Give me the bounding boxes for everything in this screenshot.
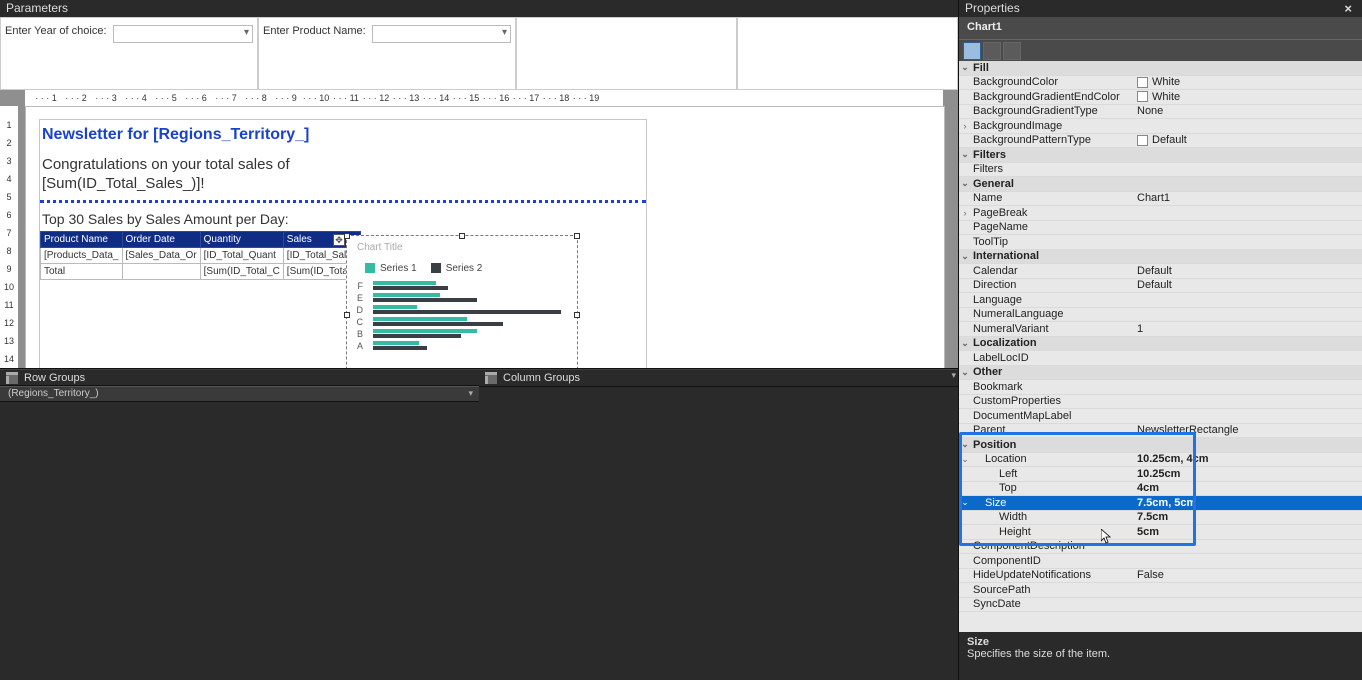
properties-desc-title: Size	[967, 636, 1354, 648]
horizontal-ruler: · · · 1· · · 2· · · 3· · · 4· · · 5· · ·…	[25, 90, 943, 106]
prop-row-parent[interactable]: ParentNewsletterRectangle	[959, 424, 1362, 439]
prop-row-direction[interactable]: DirectionDefault	[959, 279, 1362, 294]
table-row[interactable]: Total[Sum(ID_Total_C[Sum(ID_Total_	[41, 263, 361, 279]
param-year-label: Enter Year of choice:	[5, 25, 107, 37]
subheading[interactable]: Top 30 Sales by Sales Amount per Day:	[40, 205, 646, 231]
prop-row-backgroundgradienttype[interactable]: BackgroundGradientTypeNone	[959, 105, 1362, 120]
param-cell-year: Enter Year of choice:	[0, 17, 258, 90]
legend-label-series2: Series 2	[446, 263, 483, 274]
column-groups-label: Column Groups	[503, 372, 580, 384]
prop-row-labellocid[interactable]: LabelLocID	[959, 351, 1362, 366]
prop-row-backgroundimage[interactable]: ›BackgroundImage	[959, 119, 1362, 134]
prop-section-general[interactable]: ⌄General	[959, 177, 1362, 192]
table-header[interactable]: Product Name	[41, 231, 123, 247]
prop-row-size[interactable]: ⌄Size7.5cm, 5cm	[959, 496, 1362, 511]
congrats-line2: [Sum(ID_Total_Sales_)]!	[42, 175, 205, 192]
legend-swatch-series2	[431, 263, 441, 273]
report-canvas[interactable]: Newsletter for [Regions_Territory_] Cong…	[25, 106, 945, 368]
prop-row-backgroundgradientendcolor[interactable]: BackgroundGradientEndColorWhite	[959, 90, 1362, 105]
alphabetical-view-button[interactable]	[983, 42, 1001, 60]
chart-designer-item[interactable]: ✥ Chart Title Series 1 Series 2 FEDCBA 0…	[346, 235, 578, 368]
prop-row-left[interactable]: Left10.25cm	[959, 467, 1362, 482]
categorized-view-button[interactable]	[963, 42, 981, 60]
param-cell-empty1	[516, 17, 737, 90]
prop-row-top[interactable]: Top4cm	[959, 482, 1362, 497]
sales-table[interactable]: Product NameOrder DateQuantitySales [Pro…	[40, 231, 361, 280]
prop-row-pagebreak[interactable]: ›PageBreak	[959, 206, 1362, 221]
table-row[interactable]: [Products_Data_[Sales_Data_Or[ID_Total_Q…	[41, 247, 361, 263]
design-surface[interactable]: · · · 1· · · 2· · · 3· · · 4· · · 5· · ·…	[0, 90, 958, 368]
prop-row-sourcepath[interactable]: SourcePath	[959, 583, 1362, 598]
property-pages-button[interactable]	[1003, 42, 1021, 60]
chart-plot-area[interactable]: FEDCBA	[365, 281, 565, 368]
congrats-line1: Congratulations on your total sales of	[42, 156, 290, 173]
dotted-divider	[40, 200, 646, 203]
prop-row-calendar[interactable]: CalendarDefault	[959, 264, 1362, 279]
prop-row-bookmark[interactable]: Bookmark	[959, 380, 1362, 395]
prop-row-syncdate[interactable]: SyncDate	[959, 598, 1362, 613]
properties-grid[interactable]: ⌄FillBackgroundColorWhiteBackgroundGradi…	[959, 61, 1362, 632]
table-header[interactable]: Order Date	[122, 231, 200, 247]
prop-section-fill[interactable]: ⌄Fill	[959, 61, 1362, 76]
prop-row-componentdescription[interactable]: ComponentDescription	[959, 540, 1362, 555]
param-cell-empty2	[737, 17, 958, 90]
column-groups-icon	[485, 372, 497, 384]
grouping-pane: Row Groups (Regions_Territory_) Column G…	[0, 368, 958, 402]
column-groups-dropdown-icon[interactable]: ▾	[951, 370, 956, 381]
close-icon[interactable]: ×	[1340, 1, 1356, 16]
prop-row-width[interactable]: Width7.5cm	[959, 511, 1362, 526]
prop-section-filters[interactable]: ⌄Filters	[959, 148, 1362, 163]
properties-toolbar	[959, 39, 1362, 61]
prop-row-documentmaplabel[interactable]: DocumentMapLabel	[959, 409, 1362, 424]
row-groups-label: Row Groups	[24, 372, 85, 384]
row-groups-icon	[6, 372, 18, 384]
param-cell-product: Enter Product Name:	[258, 17, 516, 90]
properties-description: Size Specifies the size of the item.	[959, 632, 1362, 680]
prop-row-componentid[interactable]: ComponentID	[959, 554, 1362, 569]
properties-title-text: Properties	[965, 1, 1020, 16]
vertical-ruler: 1234567891011121314	[0, 106, 18, 368]
prop-section-international[interactable]: ⌄International	[959, 250, 1362, 265]
prop-row-backgroundpatterntype[interactable]: BackgroundPatternTypeDefault	[959, 134, 1362, 149]
prop-row-hideupdatenotifications[interactable]: HideUpdateNotificationsFalse	[959, 569, 1362, 584]
congrats-text[interactable]: Congratulations on your total sales of […	[40, 150, 646, 198]
prop-row-location[interactable]: ⌄Location10.25cm, 4cm	[959, 453, 1362, 468]
row-group-item[interactable]: (Regions_Territory_)	[0, 386, 479, 402]
chart-legend[interactable]: Series 1 Series 2	[347, 253, 577, 278]
legend-label-series1: Series 1	[380, 263, 417, 274]
param-product-label: Enter Product Name:	[263, 25, 366, 37]
prop-section-other[interactable]: ⌄Other	[959, 366, 1362, 381]
param-year-select[interactable]	[113, 25, 253, 43]
prop-row-tooltip[interactable]: ToolTip	[959, 235, 1362, 250]
properties-panel-title: Properties ×	[959, 0, 1362, 17]
prop-row-numeralvariant[interactable]: NumeralVariant1	[959, 322, 1362, 337]
report-body[interactable]: Newsletter for [Regions_Territory_] Cong…	[39, 119, 647, 368]
row-groups-header[interactable]: Row Groups	[0, 369, 479, 386]
prop-row-customproperties[interactable]: CustomProperties	[959, 395, 1362, 410]
table-header[interactable]: Quantity	[200, 231, 283, 247]
param-product-select[interactable]	[372, 25, 511, 43]
prop-row-pagename[interactable]: PageName	[959, 221, 1362, 236]
properties-object-name[interactable]: Chart1	[959, 17, 1362, 39]
prop-section-position[interactable]: ⌄Position	[959, 438, 1362, 453]
prop-row-language[interactable]: Language	[959, 293, 1362, 308]
prop-row-height[interactable]: Height5cm	[959, 525, 1362, 540]
legend-swatch-series1	[365, 263, 375, 273]
prop-row-filters[interactable]: Filters	[959, 163, 1362, 178]
prop-row-name[interactable]: NameChart1	[959, 192, 1362, 207]
report-title[interactable]: Newsletter for [Regions_Territory_]	[40, 120, 646, 150]
prop-row-numerallanguage[interactable]: NumeralLanguage	[959, 308, 1362, 323]
column-groups-header[interactable]: Column Groups ▾	[479, 369, 958, 387]
parameters-panel-title: Parameters	[0, 0, 958, 17]
properties-desc-text: Specifies the size of the item.	[967, 648, 1354, 660]
parameters-panel: Enter Year of choice: Enter Product Name…	[0, 17, 958, 90]
prop-row-backgroundcolor[interactable]: BackgroundColorWhite	[959, 76, 1362, 91]
prop-section-localization[interactable]: ⌄Localization	[959, 337, 1362, 352]
